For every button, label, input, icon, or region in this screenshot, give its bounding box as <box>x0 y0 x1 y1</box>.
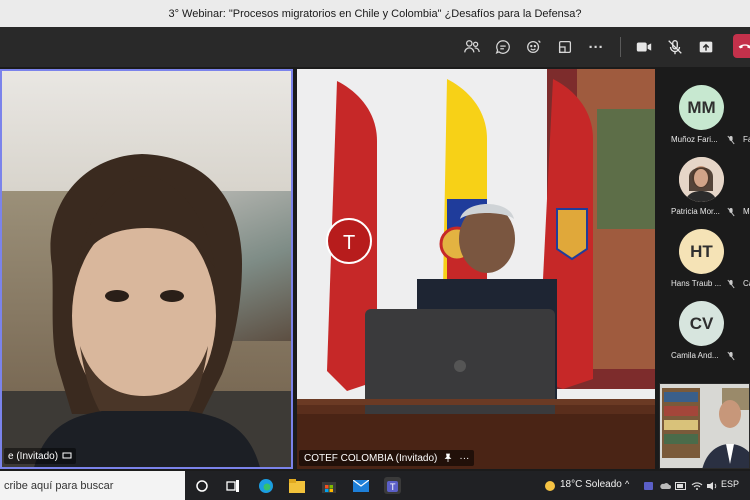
reactions-icon[interactable] <box>522 35 546 59</box>
self-view-scene <box>660 384 749 468</box>
share-icon[interactable] <box>694 35 718 59</box>
volume-icon[interactable] <box>703 477 720 494</box>
teams-icon[interactable]: T <box>384 477 401 494</box>
avatar <box>679 157 724 202</box>
weather-sun-icon[interactable] <box>541 477 558 494</box>
file-explorer-icon[interactable] <box>288 477 305 494</box>
meeting-toolbar: ··· <box>0 27 750 67</box>
participant-name: Patricia Mor... <box>671 207 720 216</box>
battery-icon <box>672 477 689 494</box>
rooms-icon[interactable] <box>553 35 577 59</box>
avatar: HT <box>679 229 724 274</box>
mail-icon[interactable] <box>352 477 369 494</box>
participant-item[interactable]: Patricia Mor... Mi <box>667 157 750 221</box>
store-icon[interactable] <box>320 477 337 494</box>
toolbar-divider <box>620 37 621 57</box>
camera-icon[interactable] <box>632 35 656 59</box>
participant-item[interactable]: CV Camila And... <box>667 301 750 365</box>
screen-share-icon <box>62 452 72 459</box>
participant-name: e (Invitado) <box>8 450 59 462</box>
window-title: 3° Webinar: "Procesos migratorios en Chi… <box>0 0 750 27</box>
mic-off-icon <box>727 207 735 217</box>
weather-label[interactable]: 18°C Soleado <box>560 479 622 490</box>
video-tile-cotef[interactable]: T COTEF COLOMBIA (Invitado) ··· <box>297 69 655 469</box>
participant-video-scene: T <box>297 69 655 469</box>
tile-more-icon[interactable]: ··· <box>459 453 469 464</box>
participant-name: Hans Traub ... <box>671 279 722 288</box>
participant-item[interactable]: MM Muñoz Fari... Fa <box>667 85 750 149</box>
mic-off-icon <box>727 279 735 289</box>
participant-name: Camila And... <box>671 351 719 360</box>
participant-name: COTEF COLOMBIA (Invitado) <box>304 452 438 464</box>
mic-off-icon <box>727 351 735 361</box>
taskbar-search-input[interactable]: cribe aquí para buscar <box>0 471 185 500</box>
participant-name-truncated: Ca <box>743 279 750 288</box>
more-icon[interactable]: ··· <box>584 35 608 59</box>
self-view-video[interactable] <box>659 383 750 469</box>
svg-text:T: T <box>343 232 355 254</box>
task-view-icon[interactable] <box>224 477 241 494</box>
participant-gallery: MM Muñoz Fari... Fa Patricia Mor... Mi H… <box>659 67 750 377</box>
people-icon[interactable] <box>460 35 484 59</box>
tray-chevron-icon[interactable]: ^ <box>625 479 629 489</box>
avatar: MM <box>679 85 724 130</box>
video-stage: e (Invitado) T COTEF COLOMBIA (Invitado)… <box>0 67 750 471</box>
participant-video-person <box>34 154 260 467</box>
hangup-icon <box>738 44 750 49</box>
participant-name-tag: COTEF COLOMBIA (Invitado) ··· <box>299 450 475 466</box>
hangup-button[interactable] <box>733 34 750 58</box>
participant-name: Muñoz Fari... <box>671 135 718 144</box>
chat-icon[interactable] <box>491 35 515 59</box>
task-view-circle-icon[interactable] <box>193 477 210 494</box>
participant-name-truncated: Mi <box>743 207 750 216</box>
tray-cloud-icon[interactable] <box>656 477 673 494</box>
tray-teams-icon[interactable] <box>640 477 657 494</box>
avatar-photo-icon <box>679 157 724 202</box>
pin-icon[interactable] <box>443 453 453 463</box>
participant-name-tag: e (Invitado) <box>4 448 77 464</box>
svg-text:T: T <box>390 482 396 492</box>
mic-off-icon[interactable] <box>663 35 687 59</box>
windows-taskbar: cribe aquí para buscar T 18°C Soleado ^ … <box>0 471 750 500</box>
language-indicator[interactable]: ESP <box>721 479 739 489</box>
avatar: CV <box>679 301 724 346</box>
edge-icon[interactable] <box>257 477 274 494</box>
participant-item[interactable]: HT Hans Traub ... Ca <box>667 229 750 293</box>
video-tile-guest[interactable]: e (Invitado) <box>0 69 293 469</box>
participant-name-truncated: Fa <box>743 135 750 144</box>
mic-off-icon <box>727 135 735 145</box>
